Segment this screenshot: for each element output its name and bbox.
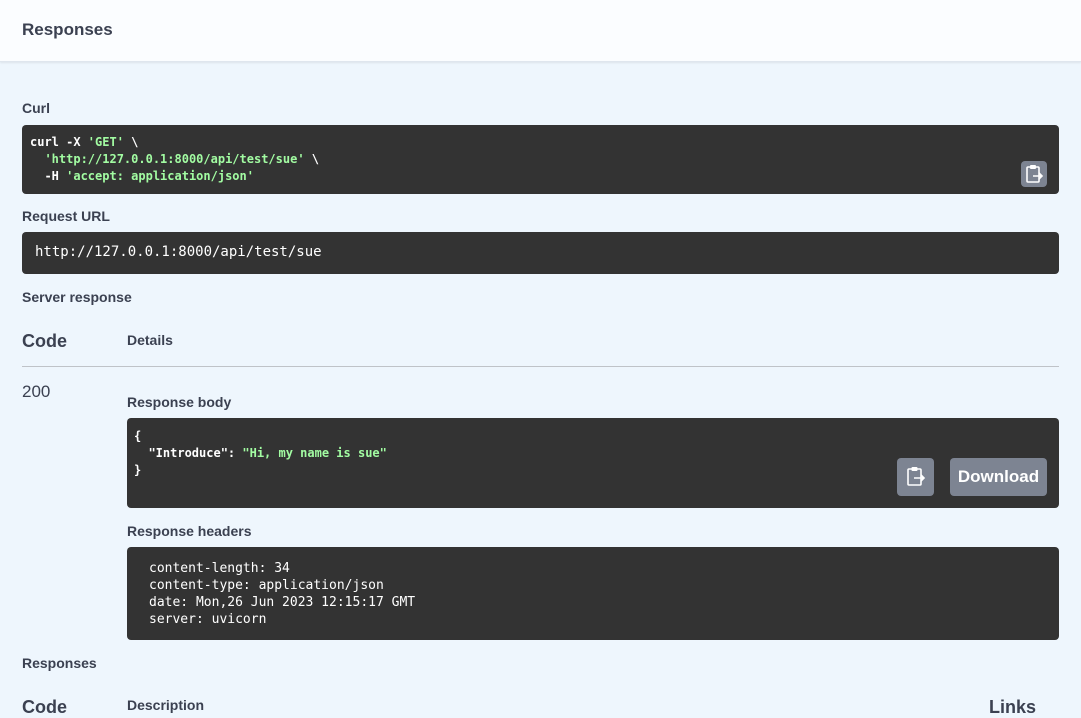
- curl-indent: [30, 152, 44, 166]
- responses-section-header: Responses: [0, 0, 1081, 62]
- curl-line-continuation: \: [304, 152, 319, 166]
- table-header-divider: [22, 366, 1059, 367]
- curl-line-2: 'http://127.0.0.1:8000/api/test/sue' \: [30, 151, 1059, 168]
- response-body-open-brace: {: [134, 429, 142, 443]
- curl-line-1: curl -X 'GET' \: [30, 134, 1059, 151]
- download-button[interactable]: Download: [950, 458, 1047, 496]
- clipboard-copy-icon: [1026, 165, 1044, 183]
- response-body-label: Response body: [127, 394, 232, 410]
- response-header-line: server: uvicorn: [149, 612, 267, 627]
- clipboard-copy-icon: [907, 467, 926, 486]
- curl-header-flag: -H: [30, 169, 67, 183]
- responses-code-column-header: Code: [22, 697, 67, 717]
- status-code: 200: [22, 382, 51, 401]
- curl-url: 'http://127.0.0.1:8000/api/test/sue': [44, 152, 305, 166]
- response-body-key: "Introduce":: [134, 446, 243, 460]
- response-headers-label: Response headers: [127, 523, 252, 539]
- responses-label: Responses: [22, 655, 97, 671]
- request-url-label: Request URL: [22, 208, 110, 224]
- links-column-header: Links: [989, 697, 1037, 717]
- request-url-block[interactable]: http://127.0.0.1:8000/api/test/sue: [22, 232, 1059, 274]
- response-headers-block[interactable]: content-length: 34 content-type: applica…: [127, 547, 1059, 640]
- curl-command: curl -X: [30, 135, 88, 149]
- response-header-line: date: Mon,26 Jun 2023 12:15:17 GMT: [149, 595, 416, 610]
- curl-line-continuation: \: [123, 135, 139, 149]
- response-header-line: content-length: 34: [149, 561, 290, 576]
- copy-response-body-button[interactable]: [897, 458, 934, 496]
- request-url-value: http://127.0.0.1:8000/api/test/sue: [35, 244, 322, 260]
- curl-method: 'GET': [87, 135, 124, 149]
- section-title: Responses: [22, 20, 113, 39]
- response-body-value: "Hi, my name is sue": [242, 446, 387, 460]
- curl-label: Curl: [22, 100, 50, 116]
- copy-curl-button[interactable]: [1021, 161, 1047, 187]
- response-header-line: content-type: application/json: [149, 578, 384, 593]
- details-column-header: Details: [127, 332, 173, 348]
- curl-line-3: -H 'accept: application/json': [30, 168, 1059, 185]
- curl-header-value: 'accept: application/json': [66, 169, 254, 183]
- description-column-header: Description: [127, 697, 205, 713]
- server-response-label: Server response: [22, 289, 132, 305]
- code-column-header: Code: [22, 331, 67, 351]
- curl-command-block[interactable]: curl -X 'GET' \ 'http://127.0.0.1:8000/a…: [22, 125, 1059, 194]
